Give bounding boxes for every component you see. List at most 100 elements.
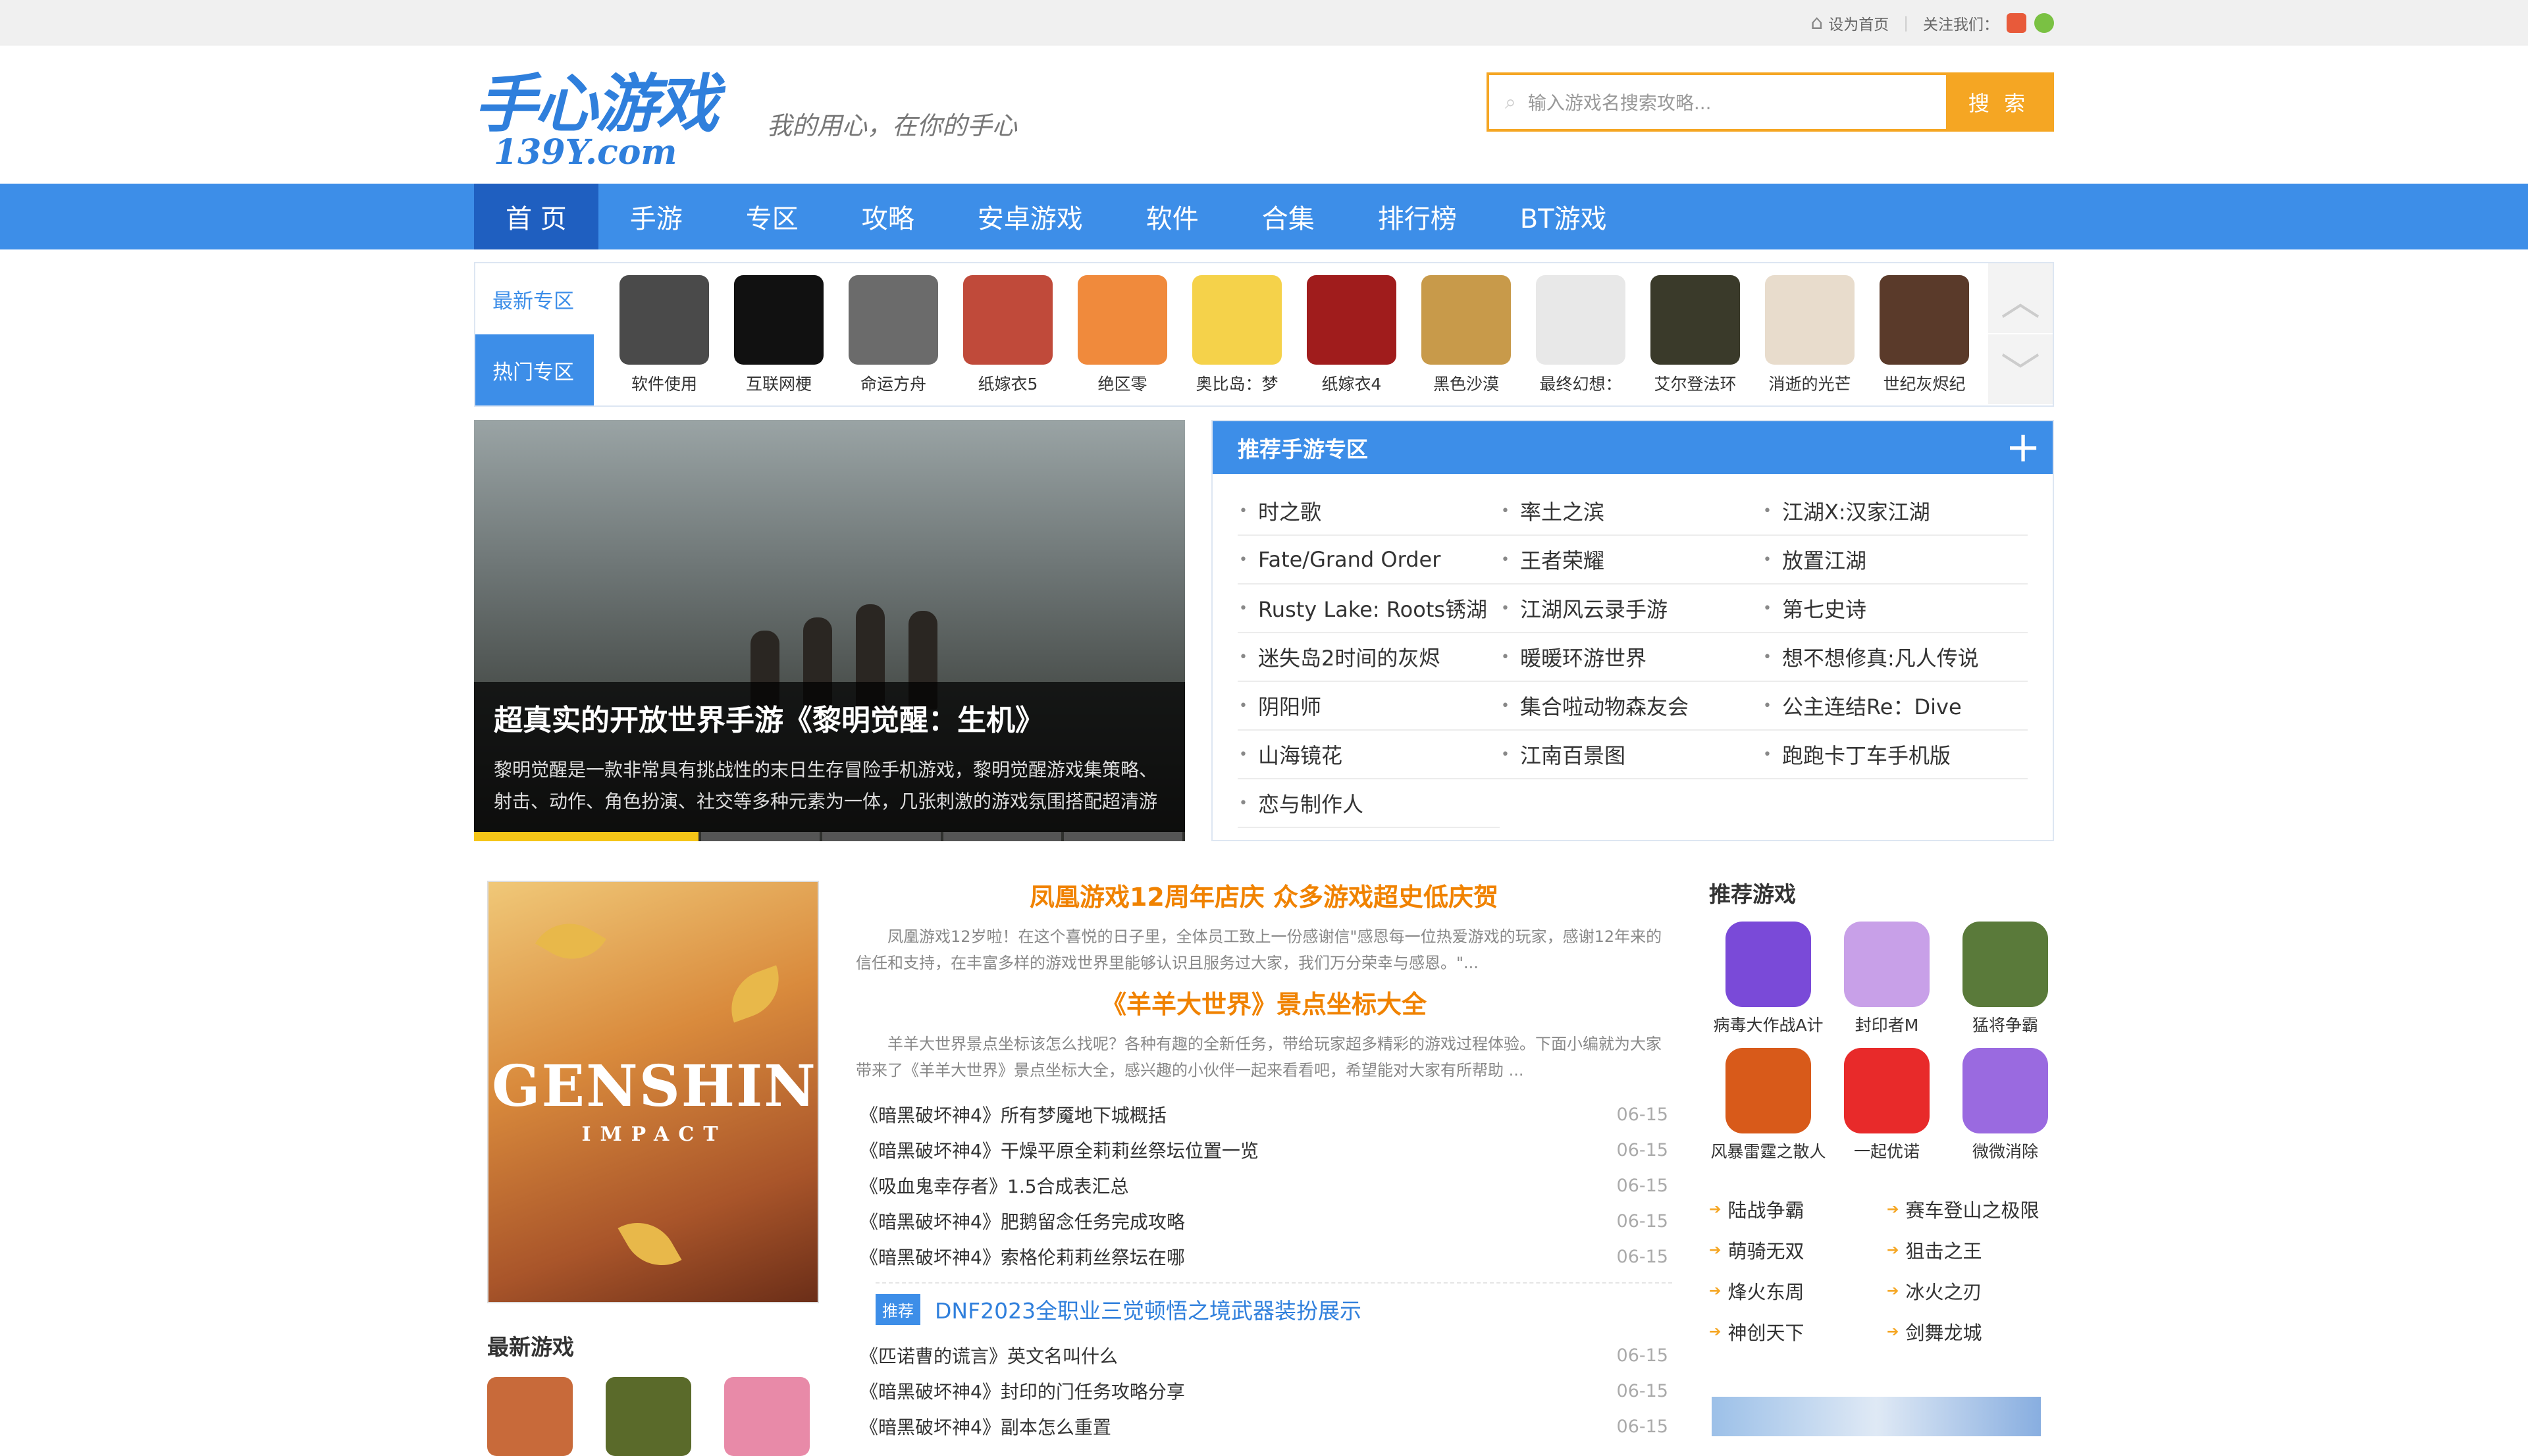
side-game-link[interactable]: 冰火之刃: [1887, 1270, 2054, 1311]
weibo-icon[interactable]: [2007, 13, 2026, 33]
banner-dot[interactable]: [1064, 832, 1182, 841]
news-headline[interactable]: 凤凰游戏12周年店庆 众多游戏超史低庆贺: [856, 877, 1672, 913]
latest-games-title: 最新游戏: [487, 1334, 574, 1360]
side-game-link[interactable]: 烽火东周: [1709, 1270, 1887, 1311]
article-title[interactable]: 《暗黑破坏神4》肥鹅留念任务完成攻略: [860, 1208, 1185, 1234]
recommended-zone-link[interactable]: 第七史诗: [1762, 585, 2028, 633]
wechat-icon[interactable]: [2034, 13, 2054, 33]
article-title[interactable]: 《吸血鬼幸存者》1.5合成表汇总: [860, 1172, 1129, 1199]
recommended-zone-link[interactable]: 暖暖环游世界: [1500, 633, 1762, 682]
site-logo[interactable]: 手心游戏 139Y.com: [474, 72, 770, 170]
zone-item[interactable]: 艾尔登法环: [1638, 275, 1752, 395]
featured-article[interactable]: 推荐 DNF2023全职业三觉顿悟之境武器装扮展示: [876, 1282, 1672, 1335]
article-title[interactable]: 《暗黑破坏神4》封印的门任务攻略分享: [860, 1378, 1185, 1404]
zone-item[interactable]: 绝区零: [1065, 275, 1180, 395]
article-title[interactable]: 《暗黑破坏神4》所有梦魇地下城概括: [860, 1101, 1167, 1128]
tab-latest-zone[interactable]: 最新专区: [475, 263, 594, 334]
recommended-zone-link[interactable]: 江湖风云录手游: [1500, 585, 1762, 633]
banner-title[interactable]: 超真实的开放世界手游《黎明觉醒：生机》: [494, 696, 1165, 739]
nav-item[interactable]: 排行榜: [1346, 184, 1488, 249]
nav-item[interactable]: 首 页: [474, 184, 598, 249]
featured-article-title[interactable]: DNF2023全职业三觉顿悟之境武器装扮展示: [935, 1293, 1361, 1325]
article-row[interactable]: 《吸血鬼幸存者》1.5合成表汇总 06-15: [856, 1168, 1672, 1203]
plus-icon[interactable]: +: [1993, 421, 2053, 474]
nav-item[interactable]: 安卓游戏: [946, 184, 1115, 249]
recommended-zone-link[interactable]: 集合啦动物森友会: [1500, 682, 1762, 731]
zone-item[interactable]: 黑色沙漠: [1409, 275, 1523, 395]
article-row[interactable]: 《匹诺曹的谎言》英文名叫什么 06-15: [856, 1338, 1672, 1373]
zone-item[interactable]: 软件使用: [607, 275, 722, 395]
recommended-zone-link[interactable]: 阴阳师: [1238, 682, 1500, 731]
recommended-zone-link[interactable]: 跑跑卡丁车手机版: [1762, 731, 2028, 779]
side-game[interactable]: 猛将争霸: [1946, 922, 2065, 1036]
side-game[interactable]: 微微消除: [1946, 1048, 2065, 1162]
side-game[interactable]: 风暴雷霆之散人: [1709, 1048, 1828, 1162]
side-game-link[interactable]: 剑舞龙城: [1887, 1311, 2054, 1352]
side-game-link[interactable]: 赛车登山之极限: [1887, 1189, 2054, 1230]
recommended-zone-link[interactable]: 放置江湖: [1762, 536, 2028, 585]
zone-item[interactable]: 互联网梗: [722, 275, 836, 395]
game-thumb[interactable]: [724, 1377, 810, 1456]
banner-dot[interactable]: [822, 832, 941, 841]
nav-item[interactable]: 合集: [1230, 184, 1346, 249]
game-thumb[interactable]: [487, 1377, 573, 1456]
side-game-link[interactable]: 神创天下: [1709, 1311, 1887, 1352]
article-row[interactable]: 《暗黑破坏神4》封印的门任务攻略分享 06-15: [856, 1373, 1672, 1409]
banner-dot[interactable]: [701, 832, 820, 841]
nav-item[interactable]: 专区: [714, 184, 830, 249]
banner-dot[interactable]: [943, 832, 1062, 841]
side-game[interactable]: 病毒大作战A计: [1709, 922, 1828, 1036]
recommended-zone-link[interactable]: 恋与制作人: [1238, 779, 1500, 828]
recommended-zone-link[interactable]: 王者荣耀: [1500, 536, 1762, 585]
side-game-link[interactable]: 狙击之王: [1887, 1230, 2054, 1270]
recommended-zone-link[interactable]: 率土之滨: [1500, 487, 1762, 536]
article-row[interactable]: 《暗黑破坏神4》索格伦莉莉丝祭坛在哪 06-15: [856, 1239, 1672, 1274]
zone-item[interactable]: 世纪灰烬纪: [1867, 275, 1982, 395]
recommended-zone-link[interactable]: 想不想修真:凡人传说: [1762, 633, 2028, 682]
article-title[interactable]: 《暗黑破坏神4》干燥平原全莉莉丝祭坛位置一览: [860, 1137, 1259, 1163]
recommended-zone-link[interactable]: Fate/Grand Order: [1238, 536, 1500, 585]
search-input[interactable]: ⌕ 输入游戏名搜索攻略...: [1489, 75, 1946, 129]
side-banner-image[interactable]: [1712, 1397, 2041, 1436]
zone-item[interactable]: 奥比岛：梦: [1180, 275, 1294, 395]
side-game[interactable]: 封印者M: [1828, 922, 1946, 1036]
set-home-link[interactable]: ⌂ 设为首页: [1810, 11, 1889, 34]
side-game-link[interactable]: 萌骑无双: [1709, 1230, 1887, 1270]
article-row[interactable]: 《暗黑破坏神4》肥鹅留念任务完成攻略 06-15: [856, 1203, 1672, 1239]
recommended-zone-link[interactable]: 时之歌: [1238, 487, 1500, 536]
feature-banner[interactable]: 超真实的开放世界手游《黎明觉醒：生机》 黎明觉醒是一款非常具有挑战性的末日生存冒…: [474, 420, 1185, 841]
tab-hot-zone[interactable]: 热门专区: [475, 334, 594, 405]
recommended-zone-link[interactable]: 江湖X:汉家江湖: [1762, 487, 2028, 536]
article-title[interactable]: 《暗黑破坏神4》副本怎么重置: [860, 1413, 1111, 1440]
zone-item[interactable]: 纸嫁衣5: [951, 275, 1065, 395]
recommended-zone-link[interactable]: 山海镜花: [1238, 731, 1500, 779]
nav-item[interactable]: 软件: [1115, 184, 1230, 249]
zone-item[interactable]: 命运方舟: [836, 275, 951, 395]
zone-item[interactable]: 消逝的光芒: [1752, 275, 1867, 395]
search-button[interactable]: 搜 索: [1946, 75, 2051, 129]
recommended-zone-link[interactable]: 江南百景图: [1500, 731, 1762, 779]
article-title[interactable]: 《暗黑破坏神4》索格伦莉莉丝祭坛在哪: [860, 1243, 1185, 1270]
nav-item[interactable]: 攻略: [830, 184, 946, 249]
article-row[interactable]: 《暗黑破坏神4》干燥平原全莉莉丝祭坛位置一览 06-15: [856, 1132, 1672, 1168]
article-row[interactable]: 《暗黑破坏神4》所有梦魇地下城概括 06-15: [856, 1097, 1672, 1132]
nav-item[interactable]: BT游戏: [1488, 184, 1639, 249]
zone-item[interactable]: 纸嫁衣4: [1294, 275, 1409, 395]
zone-item-icon: [619, 275, 709, 365]
chevron-down-icon[interactable]: ﹀: [1988, 334, 2053, 405]
banner-dot[interactable]: [474, 832, 699, 841]
zone-item-icon: [1536, 275, 1625, 365]
side-game-link[interactable]: 陆战争霸: [1709, 1189, 1887, 1230]
recommended-zone-link[interactable]: 迷失岛2时间的灰烬: [1238, 633, 1500, 682]
article-title[interactable]: 《匹诺曹的谎言》英文名叫什么: [860, 1342, 1118, 1368]
chevron-up-icon[interactable]: ︿: [1988, 263, 2053, 334]
news-headline[interactable]: 《羊羊大世界》景点坐标大全: [856, 984, 1672, 1020]
nav-item[interactable]: 手游: [598, 184, 714, 249]
side-game[interactable]: 一起优诺: [1828, 1048, 1946, 1162]
featured-game-image[interactable]: GENSHIN IMPACT: [487, 881, 819, 1303]
recommended-zone-link[interactable]: 公主连结Re：Dive: [1762, 682, 2028, 731]
recommended-zone-link[interactable]: Rusty Lake: Roots锈湖: [1238, 585, 1500, 633]
zone-item[interactable]: 最终幻想：: [1523, 275, 1638, 395]
article-row[interactable]: 《暗黑破坏神4》副本怎么重置 06-15: [856, 1409, 1672, 1444]
game-thumb[interactable]: [606, 1377, 691, 1456]
